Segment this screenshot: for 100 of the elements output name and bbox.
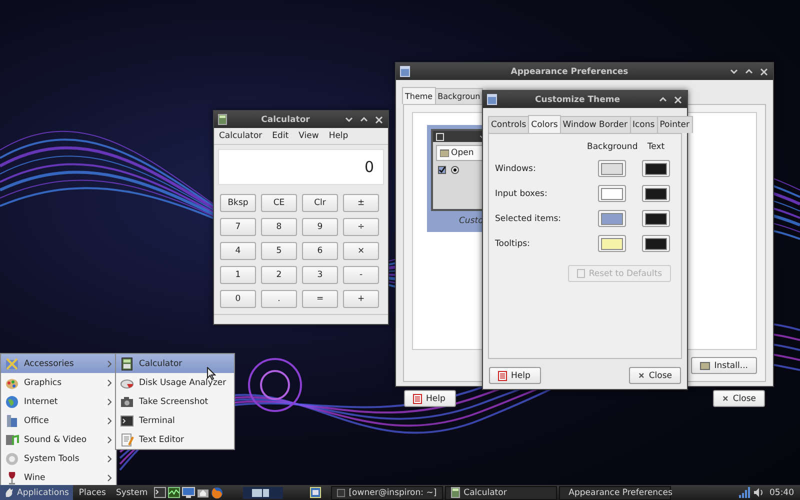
globe-icon xyxy=(5,394,19,408)
panel-menu[interactable]: System xyxy=(112,485,152,500)
tab[interactable]: Colors xyxy=(528,115,561,133)
menu-item[interactable]: Take Screenshot xyxy=(116,392,234,411)
tab[interactable]: Backgroun xyxy=(434,88,484,104)
calculator-key[interactable]: Clr xyxy=(302,194,338,212)
menu-item[interactable]: System Tools xyxy=(1,449,116,468)
calculator-key[interactable]: × xyxy=(343,242,379,260)
menu-item[interactable]: Help xyxy=(328,131,348,141)
color-button[interactable] xyxy=(598,185,626,202)
browser-icon[interactable] xyxy=(210,486,223,498)
window-list-icon[interactable] xyxy=(310,487,321,498)
calculator-key[interactable]: . xyxy=(261,290,297,308)
open-button: Open xyxy=(436,145,485,161)
close-icon xyxy=(722,394,729,403)
gear-icon xyxy=(5,452,19,466)
color-button[interactable] xyxy=(598,235,626,252)
color-label: Windows: xyxy=(495,164,537,174)
menu-item[interactable]: Edit xyxy=(272,131,289,141)
color-label: Selected items: xyxy=(495,214,562,224)
color-button[interactable] xyxy=(642,210,670,227)
color-button[interactable] xyxy=(642,160,670,177)
calculator-key[interactable]: + xyxy=(343,290,379,308)
window-title: Calculator xyxy=(260,114,311,124)
chevron-right-icon xyxy=(107,378,112,386)
calculator-key[interactable]: 3 xyxy=(302,266,338,284)
calculator-key[interactable]: 9 xyxy=(302,218,338,236)
chevron-right-icon xyxy=(107,436,112,444)
tab[interactable]: Controls xyxy=(488,116,530,133)
calculator-key[interactable]: CE xyxy=(261,194,297,212)
calculator-key[interactable]: 8 xyxy=(261,218,297,236)
color-button[interactable] xyxy=(642,185,670,202)
documents-icon xyxy=(5,414,19,428)
close-button[interactable]: Close xyxy=(629,367,681,384)
chevron-right-icon xyxy=(107,454,112,462)
help-button[interactable]: Help xyxy=(404,390,456,407)
calculator-icon xyxy=(450,487,460,498)
close-icon[interactable] xyxy=(673,94,683,104)
close-button[interactable]: Close xyxy=(713,390,765,407)
home-folder-icon[interactable] xyxy=(196,487,209,498)
install-button[interactable]: Install... xyxy=(691,357,757,374)
menu-item[interactable]: Terminal xyxy=(116,411,234,430)
calculator-key[interactable]: 1 xyxy=(220,266,256,284)
calculator-key[interactable]: 6 xyxy=(302,242,338,260)
help-book-icon xyxy=(498,370,507,380)
signal-icon[interactable] xyxy=(738,487,750,498)
computer-icon[interactable] xyxy=(182,487,195,498)
color-button[interactable] xyxy=(598,160,626,177)
taskbar-button[interactable]: Appearance Preferences xyxy=(558,486,671,500)
calculator-key[interactable]: Bksp xyxy=(220,194,256,212)
window-title: Customize Theme xyxy=(534,94,621,104)
calculator-key[interactable]: ÷ xyxy=(343,218,379,236)
tab[interactable]: Theme xyxy=(402,87,436,104)
tab[interactable]: Icons xyxy=(630,116,658,133)
menu-item[interactable]: Office xyxy=(1,411,116,430)
chevron-right-icon xyxy=(107,416,112,424)
chevron-right-icon xyxy=(107,360,112,368)
panel-menu[interactable]: Applications xyxy=(0,485,73,500)
taskbar-button[interactable]: Calculator xyxy=(444,486,557,500)
tab[interactable]: Window Border xyxy=(560,116,630,133)
color-button[interactable] xyxy=(598,210,626,227)
calculator-key[interactable]: 4 xyxy=(220,242,256,260)
window-icon xyxy=(487,94,497,105)
clock: 05:40 xyxy=(770,488,795,498)
folder-icon xyxy=(700,361,710,370)
column-header: Text xyxy=(646,142,666,152)
menu-item[interactable]: Calculator xyxy=(116,354,234,373)
monitor-graph-icon[interactable] xyxy=(168,487,180,498)
menu-item[interactable]: Calculator xyxy=(219,131,262,141)
color-button[interactable] xyxy=(642,235,670,252)
chevron-right-icon xyxy=(107,398,112,406)
chevron-up-icon[interactable] xyxy=(658,94,668,104)
calculator-key[interactable]: = xyxy=(302,290,338,308)
text-editor-icon xyxy=(120,432,134,446)
window-title: Appearance Preferences xyxy=(510,66,630,76)
window-icon xyxy=(400,66,410,77)
calculator-key[interactable]: - xyxy=(343,266,379,284)
menu-item[interactable]: View xyxy=(298,131,319,141)
menu-item[interactable]: Text Editor xyxy=(116,430,234,449)
taskbar-button[interactable]: [owner@inspiron: ~] xyxy=(330,486,443,500)
calculator-key[interactable]: 5 xyxy=(261,242,297,260)
menu-item[interactable]: Wine xyxy=(1,468,116,487)
menu-item[interactable]: Accessories xyxy=(1,354,116,373)
document-icon xyxy=(576,269,585,278)
help-button[interactable]: Help xyxy=(489,367,541,384)
calculator-key[interactable]: 2 xyxy=(261,266,297,284)
chevron-up-icon[interactable] xyxy=(359,114,369,124)
calculator-key[interactable]: 7 xyxy=(220,218,256,236)
chevron-up-icon[interactable] xyxy=(744,66,754,76)
calculator-icon xyxy=(218,114,227,125)
media-icon xyxy=(5,432,19,446)
calculator-key[interactable]: 0 xyxy=(220,290,256,308)
tab[interactable]: Pointer xyxy=(656,116,693,133)
close-icon[interactable] xyxy=(374,114,384,124)
panel-menu[interactable]: Places xyxy=(74,485,110,500)
close-icon[interactable] xyxy=(759,66,769,76)
chevron-right-icon xyxy=(107,474,112,482)
volume-icon[interactable] xyxy=(752,487,764,498)
calculator-key[interactable]: ± xyxy=(343,194,379,212)
workspace-switcher-icon[interactable] xyxy=(242,486,283,498)
